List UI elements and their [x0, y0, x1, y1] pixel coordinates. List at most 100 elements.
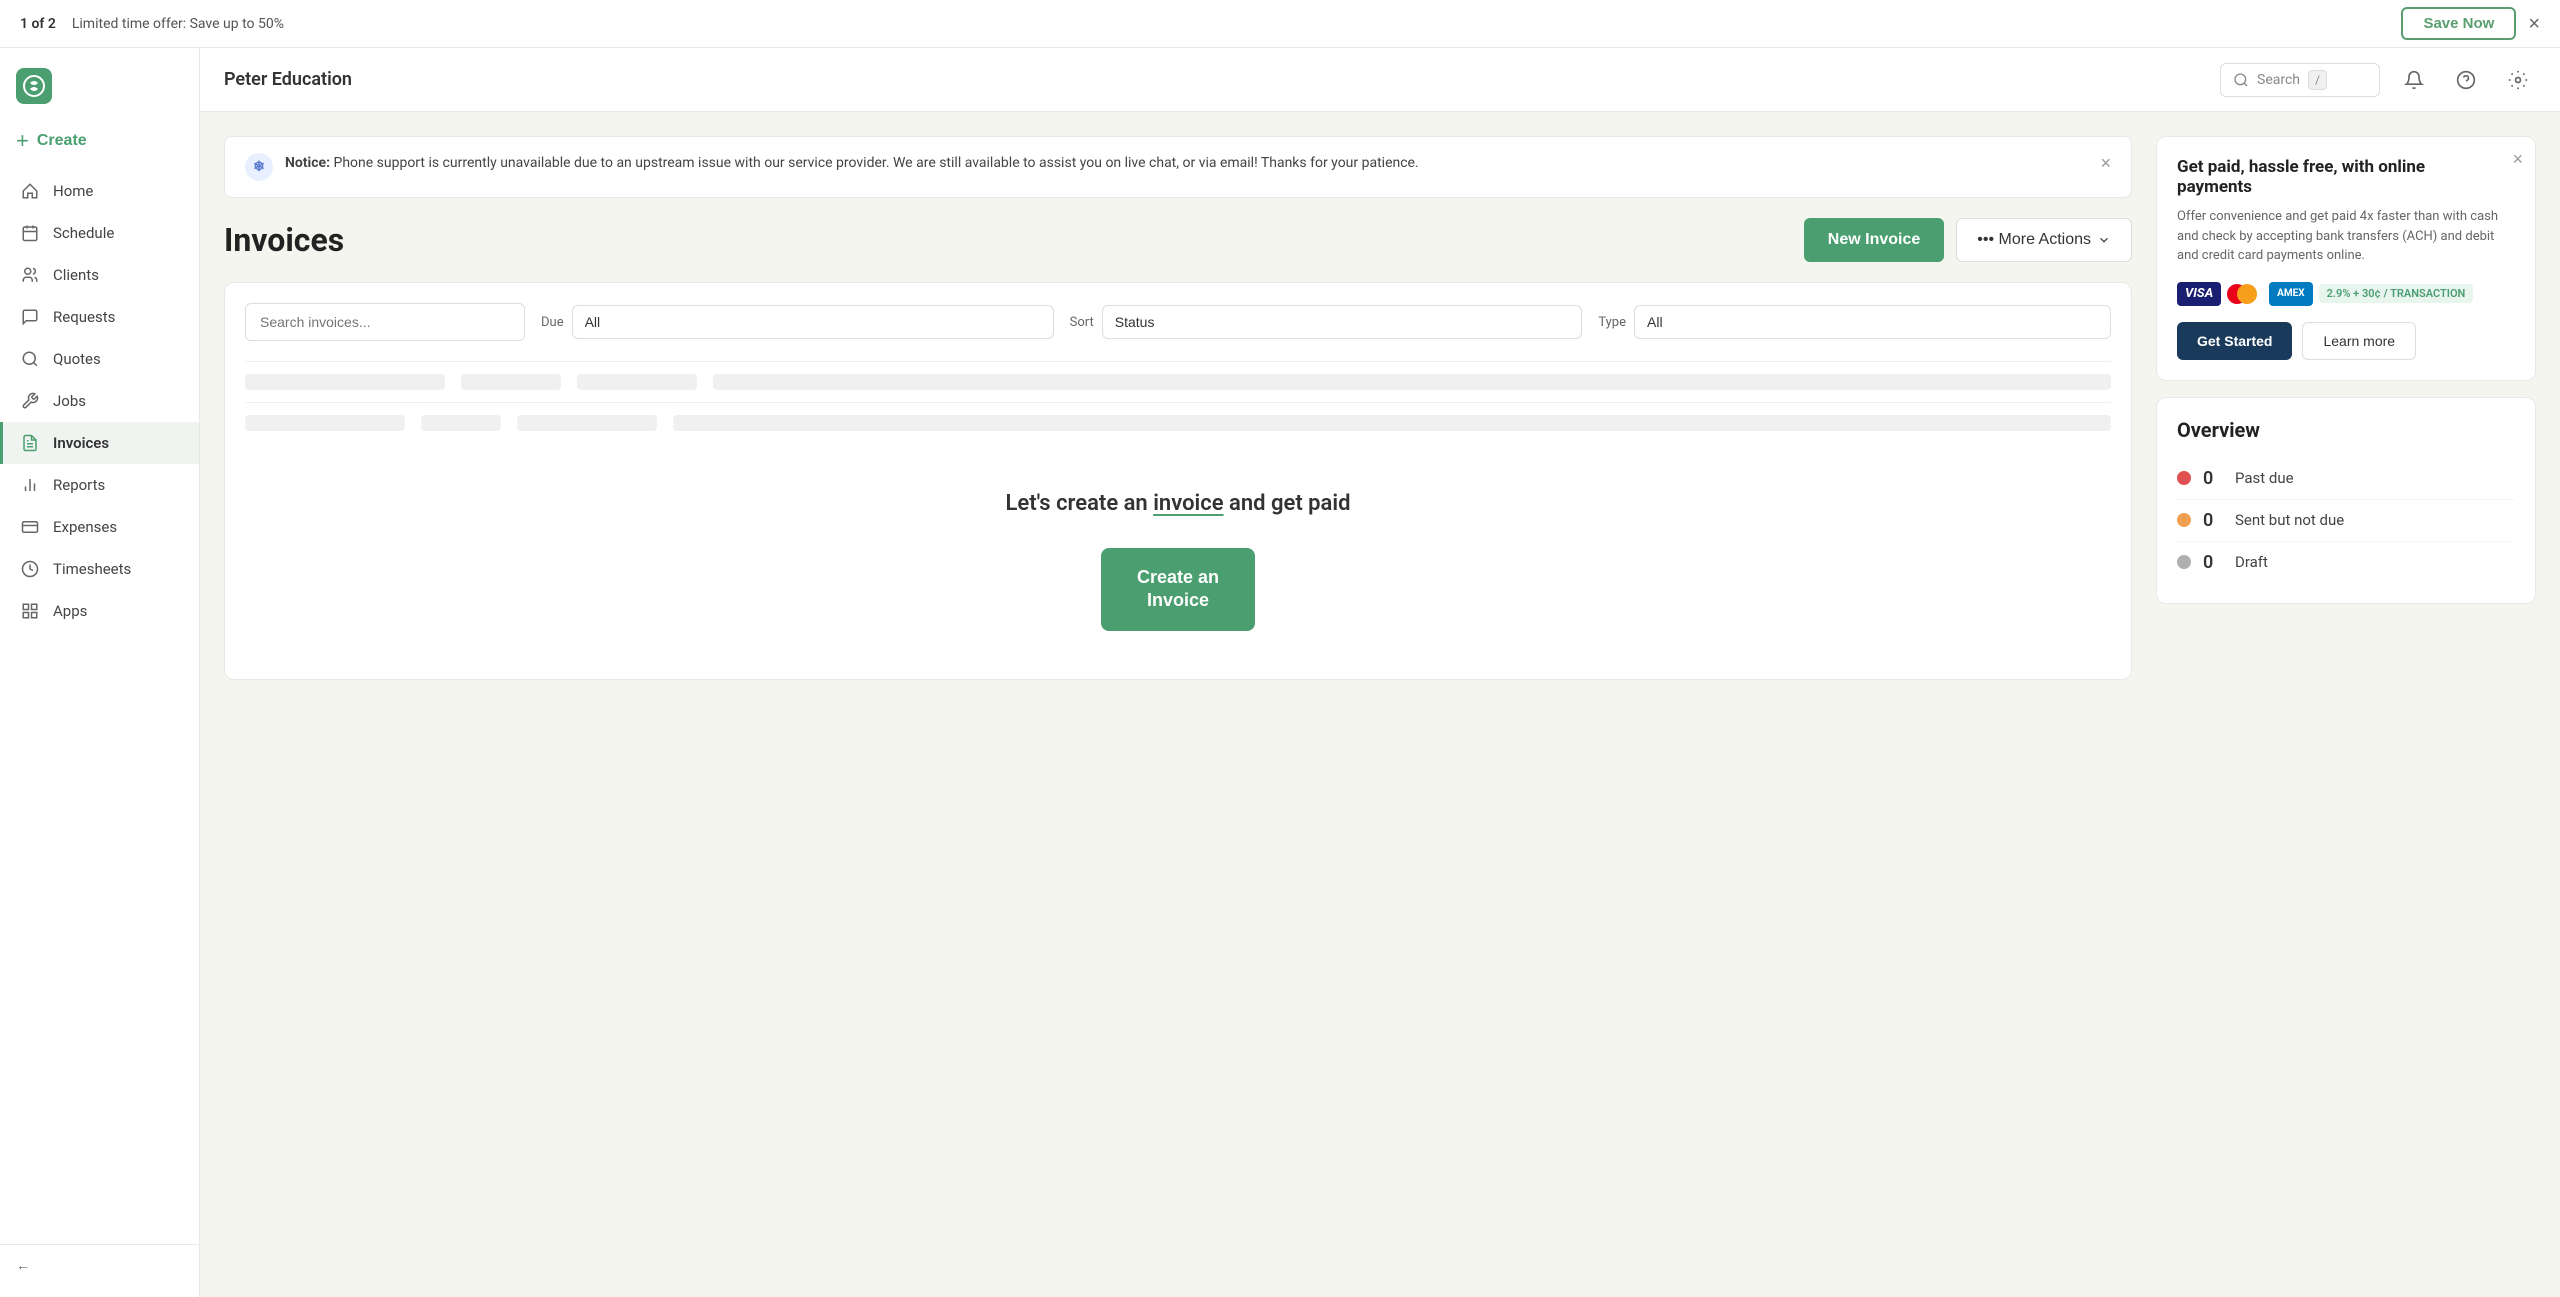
- page-title: Invoices: [224, 221, 344, 259]
- skeleton-cell: [461, 374, 561, 390]
- draft-count: 0: [2203, 552, 2223, 573]
- payment-card-title: Get paid, hassle free, with online payme…: [2177, 157, 2515, 197]
- notice-close-button[interactable]: ×: [2100, 153, 2111, 174]
- quotes-icon: [19, 348, 41, 370]
- promo-counter: 1 of 2: [20, 16, 56, 32]
- sidebar-item-requests-label: Requests: [53, 308, 115, 326]
- sidebar-item-timesheets[interactable]: Timesheets: [0, 548, 199, 590]
- left-column: ❄ Notice: Phone support is currently una…: [224, 136, 2132, 1273]
- get-started-button[interactable]: Get Started: [2177, 322, 2292, 360]
- sidebar-item-apps-label: Apps: [53, 602, 87, 620]
- empty-text-after: and get paid: [1224, 491, 1351, 516]
- search-shortcut: /: [2308, 70, 2327, 90]
- collapse-sidebar-button[interactable]: ←: [16, 1257, 30, 1273]
- sort-filter-label: Sort: [1070, 315, 1094, 330]
- skeleton-row-1: [245, 361, 2111, 402]
- clients-icon: [19, 264, 41, 286]
- bell-icon: [2404, 70, 2424, 90]
- requests-icon: [19, 306, 41, 328]
- main-content: Peter Education Search /: [200, 48, 2560, 1297]
- page-header: Peter Education Search /: [200, 48, 2560, 112]
- sidebar-item-quotes-label: Quotes: [53, 350, 101, 368]
- sidebar-item-schedule-label: Schedule: [53, 224, 114, 242]
- home-icon: [19, 180, 41, 202]
- payment-card-close-button[interactable]: ×: [2512, 149, 2523, 170]
- sidebar-item-requests[interactable]: Requests: [0, 296, 199, 338]
- save-now-button[interactable]: Save Now: [2401, 7, 2516, 40]
- sort-filter-select[interactable]: Status: [1102, 305, 1583, 339]
- new-invoice-button[interactable]: New Invoice: [1804, 218, 1944, 262]
- create-button[interactable]: + Create: [0, 120, 199, 162]
- sent-not-due-label: Sent but not due: [2235, 511, 2344, 529]
- due-filter-select[interactable]: All: [572, 305, 1054, 339]
- overview-item-sent-not-due: 0 Sent but not due: [2177, 500, 2515, 542]
- mc-circle-right: [2237, 284, 2257, 304]
- skeleton-cell: [245, 374, 445, 390]
- promo-text: Limited time offer: Save up to 50%: [72, 16, 284, 32]
- timesheets-icon: [19, 558, 41, 580]
- skeleton-cell: [577, 374, 697, 390]
- search-label: Search: [2257, 72, 2300, 88]
- past-due-label: Past due: [2235, 469, 2294, 487]
- sidebar-item-timesheets-label: Timesheets: [53, 560, 131, 578]
- learn-more-button[interactable]: Learn more: [2302, 322, 2416, 360]
- sidebar-item-quotes[interactable]: Quotes: [0, 338, 199, 380]
- sidebar-item-home-label: Home: [53, 182, 93, 200]
- create-invoice-button[interactable]: Create an Invoice: [1101, 548, 1255, 631]
- notice-bold: Notice:: [285, 155, 330, 171]
- invoices-page-header: Invoices New Invoice ••• More Actions: [224, 218, 2132, 262]
- sidebar-item-clients[interactable]: Clients: [0, 254, 199, 296]
- notice-message: Phone support is currently unavailable d…: [330, 155, 1419, 171]
- empty-state-text: Let's create an invoice and get paid: [249, 491, 2107, 516]
- jobs-icon: [19, 390, 41, 412]
- sidebar-item-expenses[interactable]: Expenses: [0, 506, 199, 548]
- sidebar-item-schedule[interactable]: Schedule: [0, 212, 199, 254]
- skeleton-cell: [421, 415, 501, 431]
- page-body: ❄ Notice: Phone support is currently una…: [200, 112, 2560, 1297]
- sent-not-due-count: 0: [2203, 510, 2223, 531]
- empty-state: Let's create an invoice and get paid Cre…: [225, 443, 2131, 679]
- notice-banner: ❄ Notice: Phone support is currently una…: [224, 136, 2132, 198]
- type-filter-select[interactable]: All: [1634, 305, 2111, 339]
- help-button[interactable]: [2448, 62, 2484, 98]
- create-label: Create: [37, 132, 87, 150]
- create-invoice-line2: Invoice: [1147, 590, 1209, 610]
- more-actions-label: ••• More Actions: [1977, 231, 2091, 249]
- expenses-icon: [19, 516, 41, 538]
- card-logos: VISA AMEX 2.9% + 30¢ / TRANSACTION: [2177, 282, 2515, 306]
- search-box[interactable]: Search /: [2220, 63, 2380, 97]
- due-filter-group: Due All: [541, 305, 1054, 339]
- past-due-count: 0: [2203, 468, 2223, 489]
- search-invoices-input[interactable]: [245, 303, 525, 341]
- sort-filter-group: Sort Status: [1070, 305, 1583, 339]
- notifications-button[interactable]: [2396, 62, 2432, 98]
- type-filter-group: Type All: [1598, 305, 2111, 339]
- promo-left: 1 of 2 Limited time offer: Save up to 50…: [20, 16, 284, 32]
- sidebar-item-reports[interactable]: Reports: [0, 464, 199, 506]
- reports-icon: [19, 474, 41, 496]
- collapse-icon: ←: [16, 1257, 30, 1273]
- overview-title: Overview: [2177, 418, 2515, 442]
- sidebar-item-jobs[interactable]: Jobs: [0, 380, 199, 422]
- sidebar-item-expenses-label: Expenses: [53, 518, 117, 536]
- sidebar-item-invoices-label: Invoices: [53, 434, 109, 452]
- due-filter-label: Due: [541, 315, 564, 330]
- sidebar-item-jobs-label: Jobs: [53, 392, 86, 410]
- settings-button[interactable]: [2500, 62, 2536, 98]
- past-due-dot: [2177, 471, 2191, 485]
- sidebar-item-apps[interactable]: Apps: [0, 590, 199, 632]
- skeleton-cell: [673, 415, 2111, 431]
- sidebar-bottom: ←: [0, 1244, 199, 1285]
- draft-dot: [2177, 555, 2191, 569]
- sent-not-due-dot: [2177, 513, 2191, 527]
- app-layout: + Create Home Schedule Clients R: [0, 48, 2560, 1297]
- visa-logo: VISA: [2177, 282, 2221, 306]
- sidebar-logo: [0, 60, 199, 120]
- sidebar-item-home[interactable]: Home: [0, 170, 199, 212]
- sidebar-item-invoices[interactable]: Invoices: [0, 422, 199, 464]
- close-promo-button[interactable]: ×: [2528, 14, 2540, 34]
- skeleton-cell: [517, 415, 657, 431]
- promo-right: Save Now ×: [2401, 7, 2540, 40]
- draft-label: Draft: [2235, 553, 2268, 571]
- more-actions-button[interactable]: ••• More Actions: [1956, 218, 2132, 262]
